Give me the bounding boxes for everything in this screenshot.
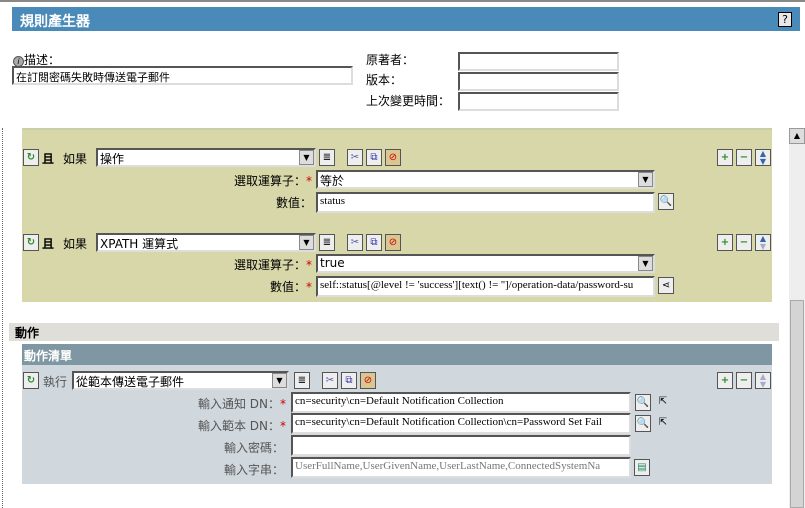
notification-dn-input[interactable]: cn=security\cn=Default Notification Coll… xyxy=(291,392,631,413)
operator-label: 選取運算子：* xyxy=(233,258,312,272)
scrollbar-thumb[interactable] xyxy=(790,300,804,508)
paste-icon[interactable]: ⊘ xyxy=(360,372,376,389)
condition-type-select[interactable]: 操作 ▼ xyxy=(96,148,316,167)
remove-icon[interactable]: − xyxy=(736,149,752,166)
description-input[interactable]: 在訂閱密碼失敗時傳送電子郵件 xyxy=(12,66,353,85)
move-up-icon[interactable]: ▲ ▼ xyxy=(755,234,771,251)
if-label: 如果 xyxy=(63,152,88,166)
move-disabled-icon: ▲ ▼ xyxy=(755,372,771,389)
strings-label: 輸入字串： xyxy=(223,463,284,477)
copy-icon[interactable]: ⧉ xyxy=(341,372,357,389)
refresh-icon[interactable]: ↻ xyxy=(23,149,39,166)
cut-icon[interactable]: ✂ xyxy=(322,372,338,389)
edit-icon[interactable]: ≣ xyxy=(319,149,335,166)
add-icon[interactable]: + xyxy=(717,149,733,166)
search-icon[interactable]: 🔍 xyxy=(658,193,674,210)
title-bar: 規則產生器 ? xyxy=(12,7,800,31)
value-label: 數值： xyxy=(275,196,312,210)
browse-tree-icon[interactable]: ⇱ xyxy=(655,394,671,411)
template-dn-input[interactable]: cn=security\cn=Default Notification Coll… xyxy=(291,413,631,434)
top-border xyxy=(0,0,805,2)
condition-type-select[interactable]: XPATH 運算式 ▼ xyxy=(96,233,316,252)
copy-icon[interactable]: ⧉ xyxy=(366,149,382,166)
chevron-down-icon: ▼ xyxy=(638,256,653,271)
action-select[interactable]: 從範本傳送電子郵件 ▼ xyxy=(72,371,289,390)
template-dn-label: 輸入範本 DN：* xyxy=(197,419,286,433)
notification-dn-label: 輸入通知 DN：* xyxy=(197,397,286,411)
edit-icon[interactable]: ≣ xyxy=(294,372,310,389)
page-title: 規則產生器 xyxy=(20,14,90,30)
help-button[interactable]: ? xyxy=(778,12,792,27)
browse-tree-icon[interactable]: ⇱ xyxy=(655,415,671,432)
cut-icon[interactable]: ✂ xyxy=(347,149,363,166)
string-builder-icon[interactable]: ▤ xyxy=(634,459,650,476)
remove-icon[interactable]: − xyxy=(736,234,752,251)
modified-input[interactable] xyxy=(458,92,619,111)
actions-section-title: 動作 xyxy=(9,323,779,341)
action-list-title: 動作清單 xyxy=(22,344,772,365)
add-icon[interactable]: + xyxy=(717,372,733,389)
paste-icon[interactable]: ⊘ xyxy=(385,149,401,166)
chevron-down-icon: ▼ xyxy=(272,373,287,388)
operator-label: 選取運算子：* xyxy=(233,174,312,188)
remove-icon[interactable]: − xyxy=(736,372,752,389)
move-up-down-icon[interactable]: ▲ ▼ xyxy=(755,149,771,166)
chevron-down-icon: ▼ xyxy=(299,235,314,250)
version-input[interactable] xyxy=(458,72,619,91)
author-label: 原著者： xyxy=(366,53,415,67)
chevron-down-icon: ▼ xyxy=(299,150,314,165)
version-label: 版本： xyxy=(366,73,403,87)
and-label: 且 xyxy=(42,152,55,166)
xpath-value-input[interactable]: self::status[@level != 'success'][text()… xyxy=(316,276,655,297)
xpath-builder-icon[interactable]: ⋖ xyxy=(658,277,674,294)
if-label: 如果 xyxy=(63,237,88,251)
add-icon[interactable]: + xyxy=(717,234,733,251)
and-label: 且 xyxy=(42,237,55,251)
paste-icon[interactable]: ⊘ xyxy=(385,234,401,251)
cut-icon[interactable]: ✂ xyxy=(347,234,363,251)
scroll-up-button[interactable]: ▲ xyxy=(789,128,805,144)
refresh-icon[interactable]: ↻ xyxy=(23,372,39,389)
value-label: 數值：* xyxy=(269,280,312,294)
edit-icon[interactable]: ≣ xyxy=(319,234,335,251)
search-icon[interactable]: 🔍 xyxy=(635,415,651,432)
refresh-icon[interactable]: ↻ xyxy=(23,234,39,251)
strings-input[interactable]: UserFullName,UserGivenName,UserLastName,… xyxy=(291,457,631,478)
copy-icon[interactable]: ⧉ xyxy=(366,234,382,251)
do-label: 執行 xyxy=(43,375,68,389)
chevron-down-icon: ▼ xyxy=(638,172,653,187)
operator-select[interactable]: 等於 ▼ xyxy=(316,170,655,189)
author-input[interactable] xyxy=(458,52,619,71)
value-input[interactable]: status xyxy=(316,192,655,213)
search-icon[interactable]: 🔍 xyxy=(635,394,651,411)
password-input[interactable] xyxy=(291,435,631,456)
password-label: 輸入密碼： xyxy=(223,441,284,455)
modified-label: 上次變更時間： xyxy=(366,94,451,108)
operator-select[interactable]: true ▼ xyxy=(316,254,655,273)
